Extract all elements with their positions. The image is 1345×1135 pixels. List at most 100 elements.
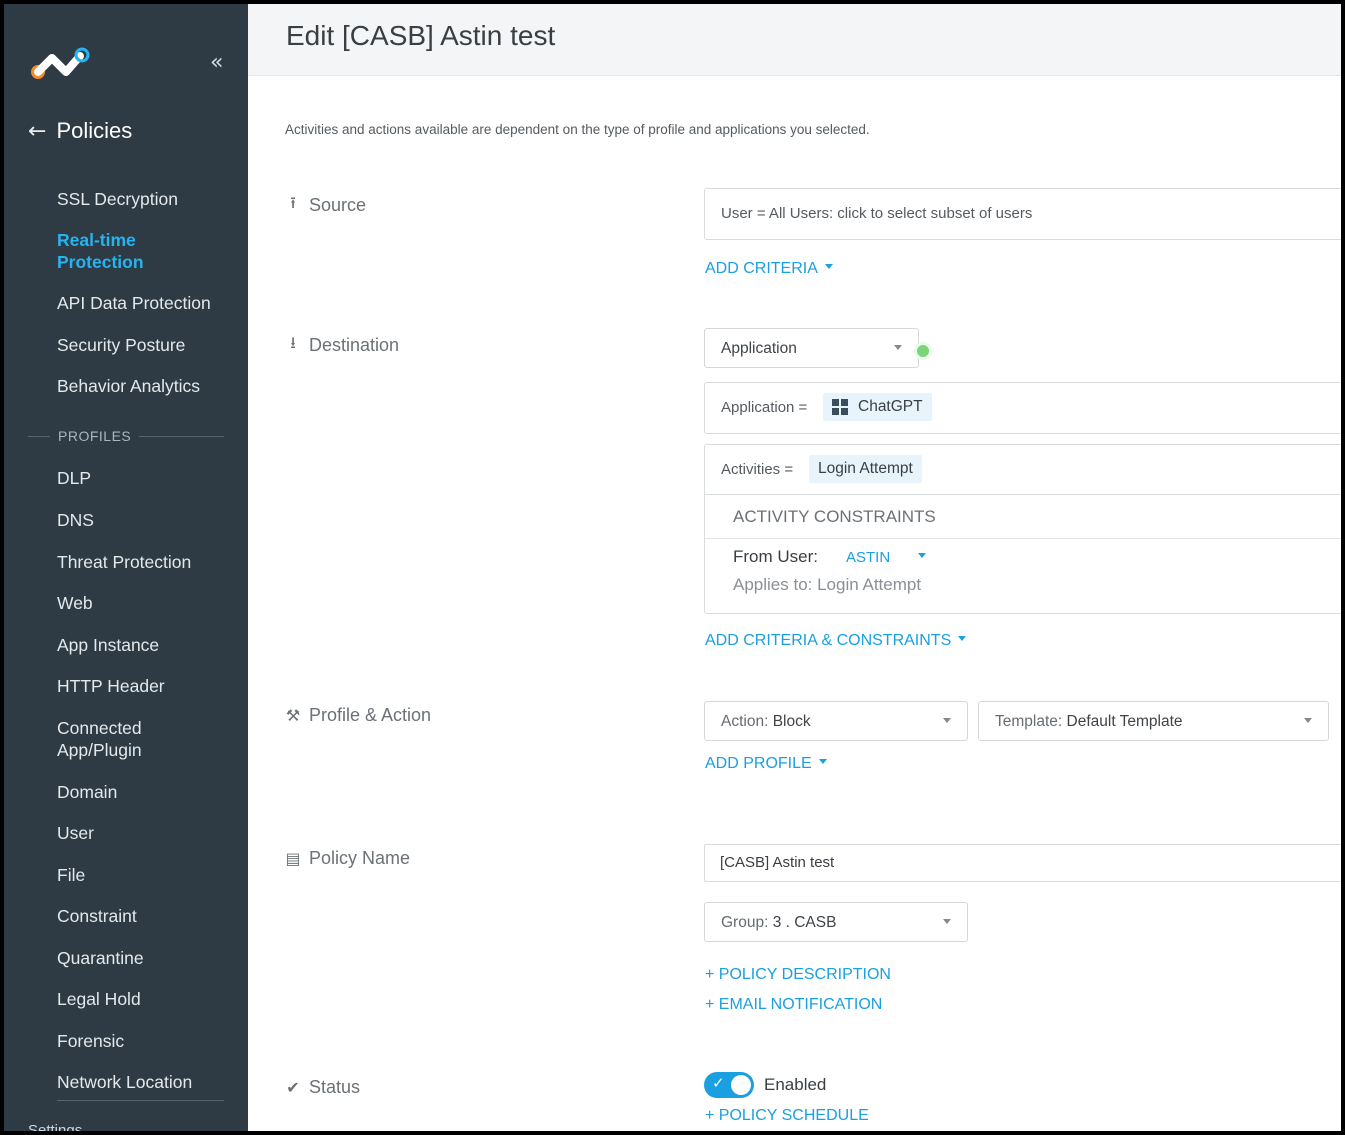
source-user-field[interactable]: User = All Users: click to select subset… <box>704 188 1341 240</box>
policy-name-input[interactable]: [CASB] Astin test <box>704 844 1341 882</box>
email-notification-link[interactable]: + EMAIL NOTIFICATION <box>705 996 882 1014</box>
status-indicator-dot <box>914 342 932 360</box>
destination-type-value: Application <box>721 340 797 357</box>
status-toggle[interactable]: ✓ <box>704 1072 754 1098</box>
applies-to-text: Applies to: Login Attempt <box>733 575 922 594</box>
from-user-label: From User: <box>733 547 818 566</box>
profile-action-label: Profile & Action <box>309 705 432 725</box>
profile-action-section-label: ⚒ Profile & Action <box>285 705 431 726</box>
main-content: Edit [CASB] Astin test Activities and ac… <box>248 4 1341 1131</box>
caret-down-icon <box>1304 718 1312 723</box>
sidebar-item-http-header[interactable]: HTTP Header <box>57 675 165 697</box>
sidebar-item-real-time-protection[interactable]: Real-time Protection <box>57 229 167 273</box>
action-select[interactable]: Action: Block <box>704 701 968 741</box>
application-prefix: Application = <box>721 399 808 416</box>
sidebar-item-app-instance[interactable]: App Instance <box>57 634 159 656</box>
activity-constraints-heading: ACTIVITY CONSTRAINTS <box>733 507 936 526</box>
action-label: Action: <box>721 713 769 730</box>
intro-text: Activities and actions available are dep… <box>285 122 870 137</box>
activities-chip-label: Login Attempt <box>818 460 913 477</box>
status-section-label: ✔ Status <box>285 1077 360 1098</box>
sidebar-item-dlp[interactable]: DLP <box>57 467 91 489</box>
group-label: Group: <box>721 914 769 931</box>
policy-schedule-link[interactable]: + POLICY SCHEDULE <box>705 1107 869 1125</box>
document-icon: ▤ <box>285 849 301 868</box>
activities-row[interactable]: Activities = Login Attempt <box>705 445 1341 495</box>
add-criteria-constraints-button[interactable]: ADD CRITERIA & CONSTRAINTS <box>705 632 967 650</box>
policy-description-link[interactable]: + POLICY DESCRIPTION <box>705 966 891 984</box>
app-grid-icon <box>832 399 848 415</box>
sidebar-section-settings[interactable]: Settings <box>28 1122 82 1131</box>
source-label: Source <box>309 195 367 215</box>
profiles-heading-label: PROFILES <box>58 428 132 444</box>
app-window: « ← Policies SSL Decryption Real-time Pr… <box>0 0 1345 1135</box>
check-circle-icon: ✔ <box>286 1078 300 1097</box>
add-profile-label: ADD PROFILE <box>705 755 812 772</box>
template-value: Default Template <box>1066 713 1183 730</box>
add-criteria-constraints-label: ADD CRITERIA & CONSTRAINTS <box>705 632 952 649</box>
sidebar-item-forensic[interactable]: Forensic <box>57 1030 124 1052</box>
caret-down-icon <box>918 552 927 558</box>
caret-down-icon <box>943 718 951 723</box>
page-header: Edit [CASB] Astin test <box>248 4 1341 76</box>
upload-icon: ⭱ <box>290 193 296 212</box>
source-user-text: User = All Users: click to select subset… <box>721 205 1033 222</box>
policy-name-value: [CASB] Astin test <box>720 854 835 871</box>
caret-down-icon <box>894 345 902 350</box>
add-profile-button[interactable]: ADD PROFILE <box>705 755 827 773</box>
arrow-left-icon[interactable]: ← <box>28 119 46 144</box>
sidebar-item-web[interactable]: Web <box>57 592 93 614</box>
from-user-value: ASTIN <box>846 549 891 566</box>
sidebar: « ← Policies SSL Decryption Real-time Pr… <box>4 4 248 1131</box>
template-label: Template: <box>995 713 1063 730</box>
caret-down-icon <box>818 759 827 765</box>
activities-field: Activities = Login Attempt ACTIVITY CONS… <box>704 444 1341 614</box>
sidebar-item-behavior-analytics[interactable]: Behavior Analytics <box>57 375 200 397</box>
add-criteria-label: ADD CRITERIA <box>705 260 818 277</box>
caret-down-icon <box>943 919 951 924</box>
template-select[interactable]: Template: Default Template <box>978 701 1329 741</box>
sidebar-item-user[interactable]: User <box>57 822 94 844</box>
gavel-icon: ⚒ <box>285 706 301 725</box>
sidebar-item-connected-app-plugin[interactable]: Connected App/Plugin <box>57 717 167 761</box>
logo <box>31 47 90 79</box>
toggle-knob <box>731 1075 751 1095</box>
caret-down-icon <box>958 636 967 642</box>
sidebar-item-dns[interactable]: DNS <box>57 509 94 531</box>
status-label: Status <box>309 1077 361 1097</box>
add-criteria-button[interactable]: ADD CRITERIA <box>705 260 833 278</box>
destination-section-label: ⭳ Destination <box>285 332 399 359</box>
sidebar-item-file[interactable]: File <box>57 864 85 886</box>
checkmark-icon: ✓ <box>712 1074 725 1092</box>
sidebar-item-security-posture[interactable]: Security Posture <box>57 334 185 356</box>
sidebar-divider <box>57 1100 224 1101</box>
application-chip[interactable]: ChatGPT <box>823 393 932 421</box>
sidebar-item-constraint[interactable]: Constraint <box>57 905 137 927</box>
action-value: Block <box>772 713 811 730</box>
destination-type-select[interactable]: Application <box>704 328 919 368</box>
source-section-label: ⭱ Source <box>285 192 366 219</box>
policy-name-section-label: ▤ Policy Name <box>285 848 410 869</box>
status-enabled-label: Enabled <box>764 1075 827 1094</box>
group-select[interactable]: Group: 3 . CASB <box>704 902 968 942</box>
page-title: Edit [CASB] Astin test <box>286 20 556 51</box>
destination-label: Destination <box>309 335 400 355</box>
download-icon: ⭳ <box>290 333 296 352</box>
policy-name-label: Policy Name <box>309 848 411 868</box>
sidebar-item-quarantine[interactable]: Quarantine <box>57 947 144 969</box>
sidebar-item-network-location[interactable]: Network Location <box>57 1071 192 1093</box>
profiles-section-heading: PROFILES <box>28 428 224 444</box>
from-user-select[interactable]: ASTIN <box>846 549 927 566</box>
sidebar-item-api-data-protection[interactable]: API Data Protection <box>57 292 211 314</box>
application-field[interactable]: Application = ChatGPT <box>704 382 1341 434</box>
activities-chip[interactable]: Login Attempt <box>809 455 922 483</box>
sidebar-item-ssl-decryption[interactable]: SSL Decryption <box>57 188 178 210</box>
activity-constraints-header: ACTIVITY CONSTRAINTS <box>705 495 1341 539</box>
sidebar-item-domain[interactable]: Domain <box>57 781 117 803</box>
group-value: 3 . CASB <box>772 914 837 931</box>
back-to-policies[interactable]: ← Policies <box>28 118 132 144</box>
sidebar-item-legal-hold[interactable]: Legal Hold <box>57 988 141 1010</box>
sidebar-item-threat-protection[interactable]: Threat Protection <box>57 551 191 573</box>
activities-prefix: Activities = <box>721 461 794 478</box>
double-chevron-left-icon[interactable]: « <box>210 50 223 75</box>
